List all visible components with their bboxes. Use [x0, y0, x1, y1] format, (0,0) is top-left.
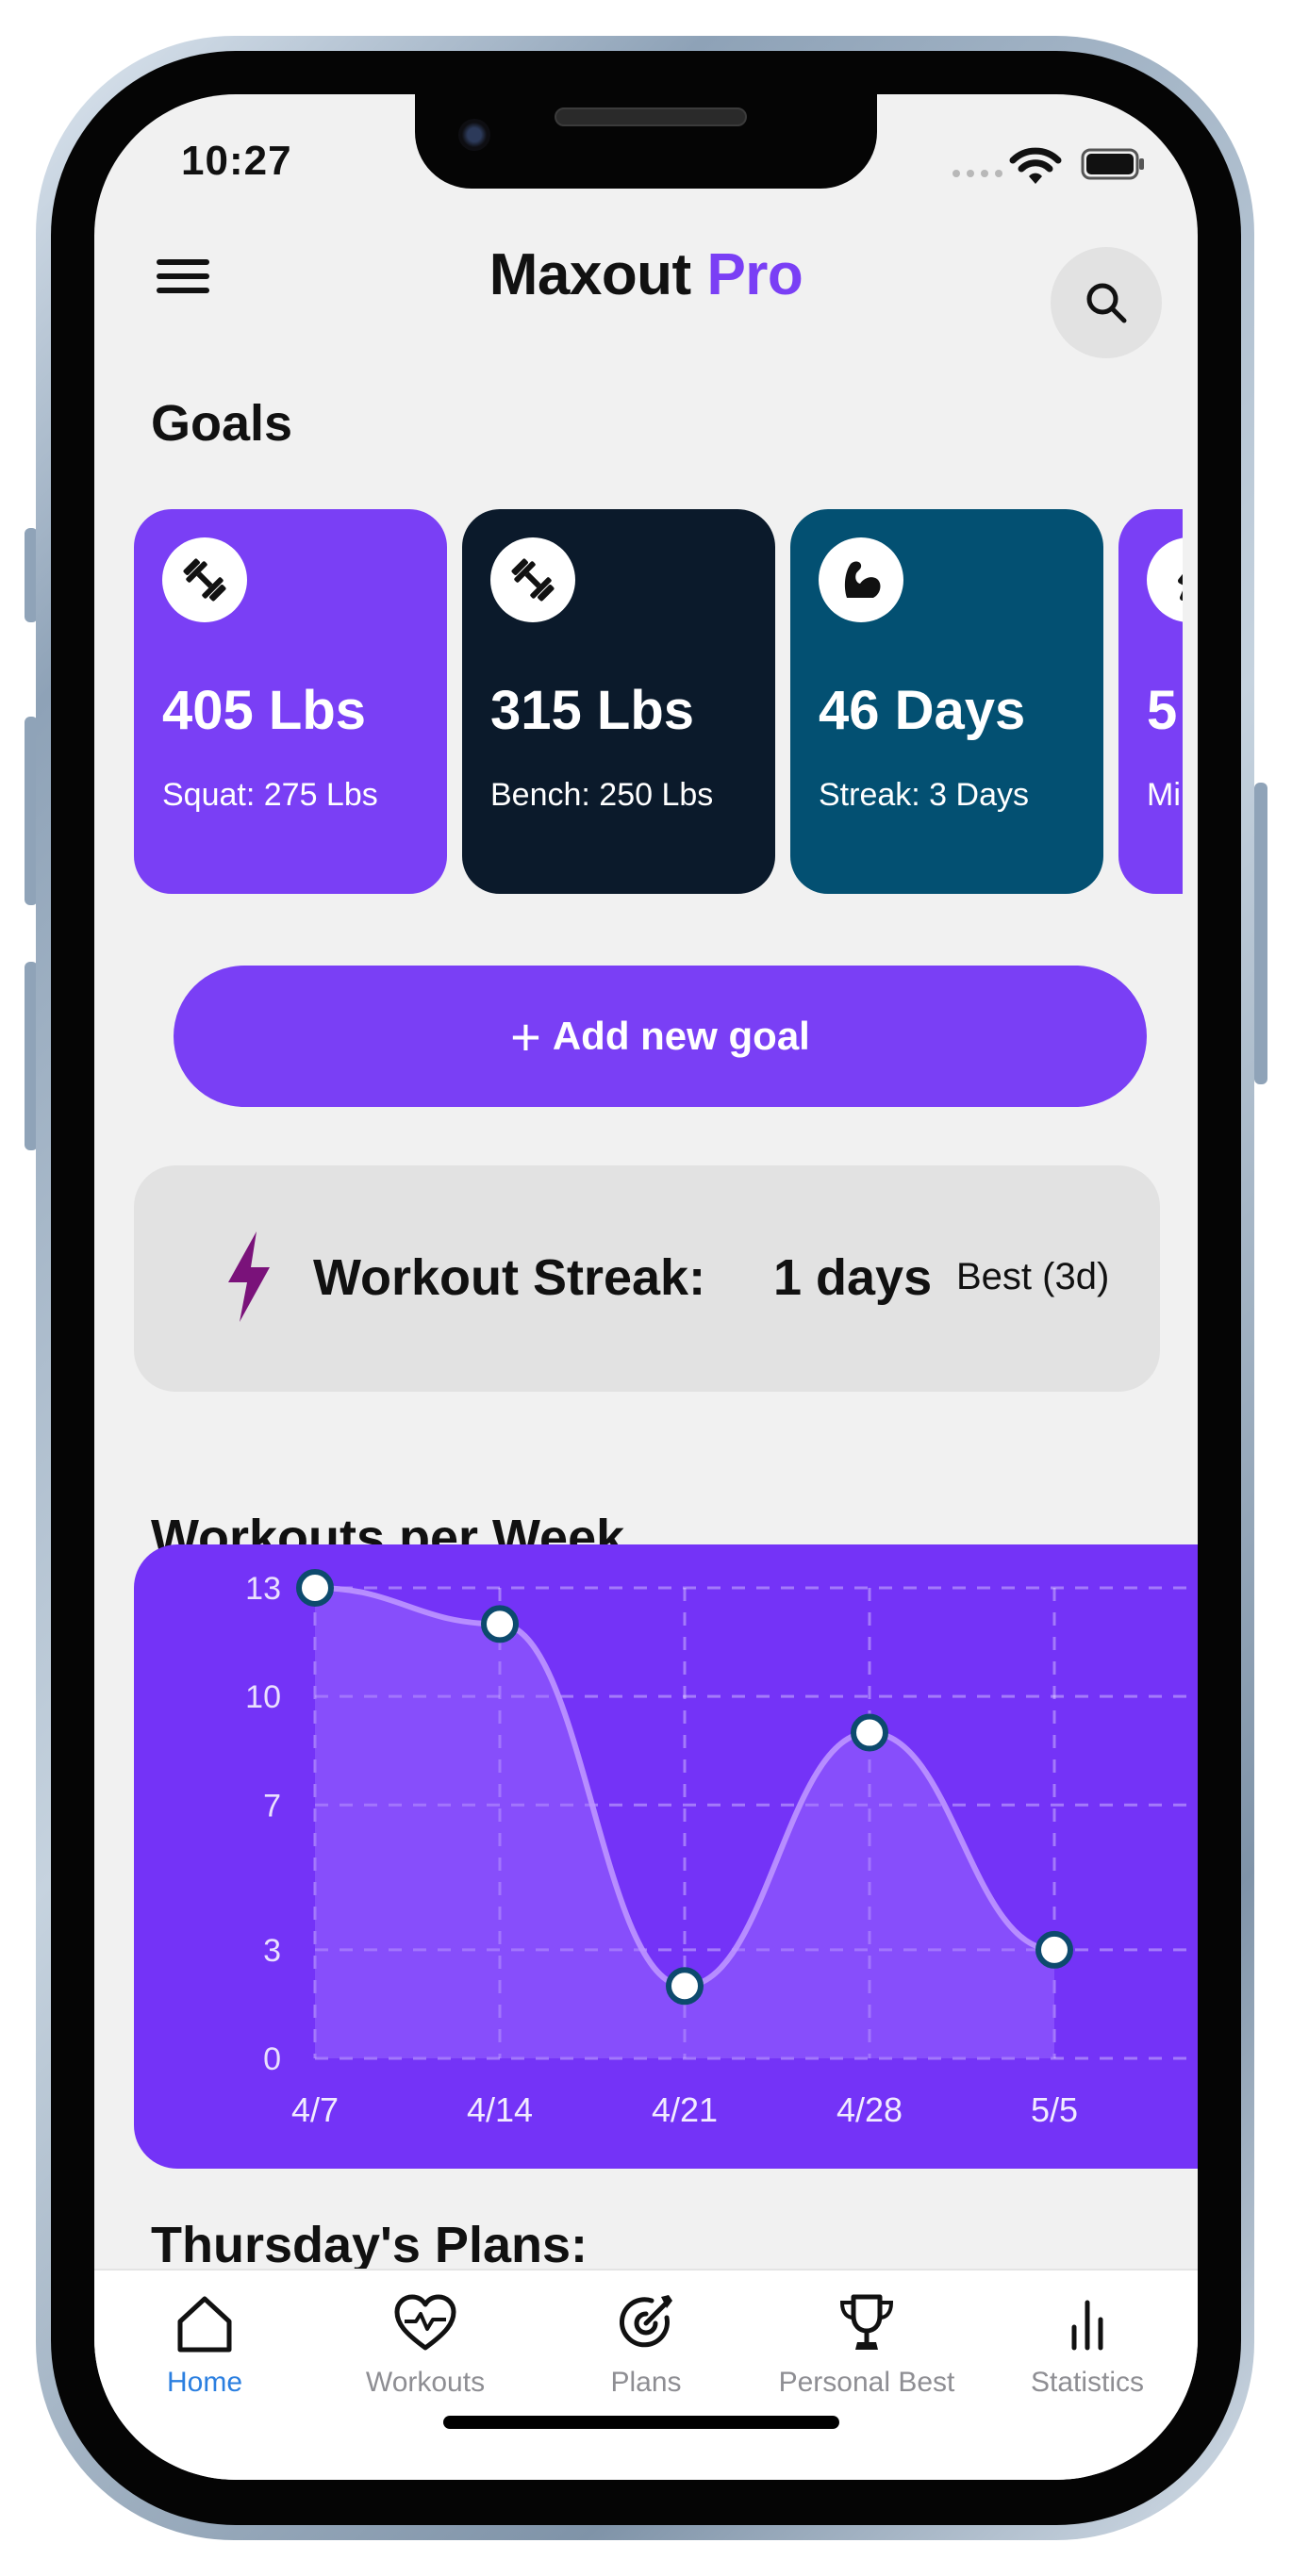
speaker-grille [555, 107, 747, 126]
battery-icon [1081, 148, 1144, 180]
search-icon [1086, 283, 1127, 323]
flexed-bicep-icon [819, 537, 903, 622]
tab-bar: Home Workouts Plans Personal Best Statis… [94, 2269, 1198, 2480]
goal-value: 46 Days [819, 680, 1026, 741]
x-tick-label: 5/5 [1031, 2090, 1078, 2129]
goal-subtitle: Bench: 250 Lbs [490, 777, 714, 813]
streak-best: Best (3d) [956, 1256, 1110, 1297]
tab-label: Personal Best [778, 2367, 955, 2398]
x-tick-label: 4/21 [652, 2090, 718, 2129]
workouts-per-week-chart: 0 3 7 10 13 4/7 4/14 4/21 4/28 5/5 [134, 1544, 1198, 2169]
cellular-signal-icon [952, 170, 1002, 177]
trophy-icon [839, 2294, 894, 2350]
goals-carousel[interactable]: 405 Lbs Squat: 275 Lbs 315 Lbs Bench: 25… [134, 509, 1183, 896]
app-title: Maxout Pro [94, 241, 1198, 308]
streak-label: Workout Streak: [313, 1249, 706, 1306]
wifi-icon [1009, 147, 1062, 184]
goal-card-streak[interactable]: 46 Days Streak: 3 Days [790, 509, 1103, 894]
app-screen: 10:27 Maxout Pro Goals 405 Lbs Squat: 27… [94, 94, 1198, 2480]
y-tick-label: 13 [245, 1571, 281, 1607]
app-title-main: Maxout [489, 242, 692, 307]
y-tick-label: 7 [263, 1788, 281, 1824]
tab-personal-best[interactable]: Personal Best [756, 2289, 977, 2399]
goal-subtitle: Streak: 3 Days [819, 777, 1029, 813]
home-icon [177, 2296, 232, 2353]
tab-plans[interactable]: Plans [536, 2289, 756, 2399]
target-arrow-icon [619, 2295, 672, 2348]
search-button[interactable] [1051, 247, 1162, 358]
chart-point [481, 1605, 519, 1643]
goal-value: 5… [1147, 680, 1183, 741]
chart-svg: 0 3 7 10 13 4/7 4/14 4/21 4/28 5/5 [245, 1569, 1198, 2129]
tab-label: Statistics [1030, 2367, 1145, 2398]
bar-chart-icon [1071, 2300, 1103, 2351]
tab-workouts[interactable]: Workouts [315, 2289, 536, 2399]
home-indicator[interactable] [443, 2416, 839, 2429]
x-tick-label: 4/14 [467, 2090, 533, 2129]
chart-point [851, 1713, 888, 1752]
running-person-icon [1147, 537, 1183, 622]
goal-subtitle: Mil… [1147, 777, 1183, 813]
status-time: 10:27 [181, 138, 292, 184]
add-goal-button[interactable]: + Add new goal [174, 966, 1147, 1107]
heart-pulse-icon [394, 2294, 456, 2351]
tab-label: Workouts [365, 2367, 486, 2398]
goals-heading: Goals [151, 395, 293, 452]
tab-label: Home [166, 2367, 243, 2398]
goal-value: 315 Lbs [490, 680, 694, 741]
chart-point [1035, 1930, 1073, 1969]
plans-heading: Thursday's Plans: [151, 2217, 588, 2273]
tab-label: Plans [610, 2367, 682, 2398]
dumbbell-icon [162, 537, 247, 622]
goal-card-miles[interactable]: 5… Mil… [1118, 509, 1183, 894]
dumbbell-icon [490, 537, 575, 622]
goal-value: 405 Lbs [162, 680, 366, 741]
streak-value: 1 days [773, 1249, 933, 1306]
camera-notch [415, 94, 877, 189]
y-tick-label: 0 [263, 2041, 281, 2077]
add-goal-label: Add new goal [552, 1014, 810, 1058]
chart-point [296, 1569, 334, 1607]
power-button [1254, 783, 1267, 1084]
goal-card-bench[interactable]: 315 Lbs Bench: 250 Lbs [462, 509, 775, 894]
y-tick-label: 10 [245, 1679, 281, 1715]
plus-icon: + [510, 1006, 541, 1066]
goal-subtitle: Squat: 275 Lbs [162, 777, 378, 813]
lightning-bolt-icon [228, 1231, 270, 1322]
tab-home[interactable]: Home [94, 2289, 315, 2399]
front-camera [458, 119, 490, 151]
tab-statistics[interactable]: Statistics [977, 2289, 1198, 2399]
goal-card-squat[interactable]: 405 Lbs Squat: 275 Lbs [134, 509, 447, 894]
y-tick-label: 3 [263, 1933, 281, 1969]
app-title-accent: Pro [706, 242, 803, 307]
x-tick-label: 4/7 [291, 2090, 339, 2129]
x-tick-label: 4/28 [836, 2090, 903, 2129]
chart-point [666, 1967, 704, 2006]
workout-streak-card: Workout Streak: 1 days Best (3d) [134, 1165, 1160, 1392]
